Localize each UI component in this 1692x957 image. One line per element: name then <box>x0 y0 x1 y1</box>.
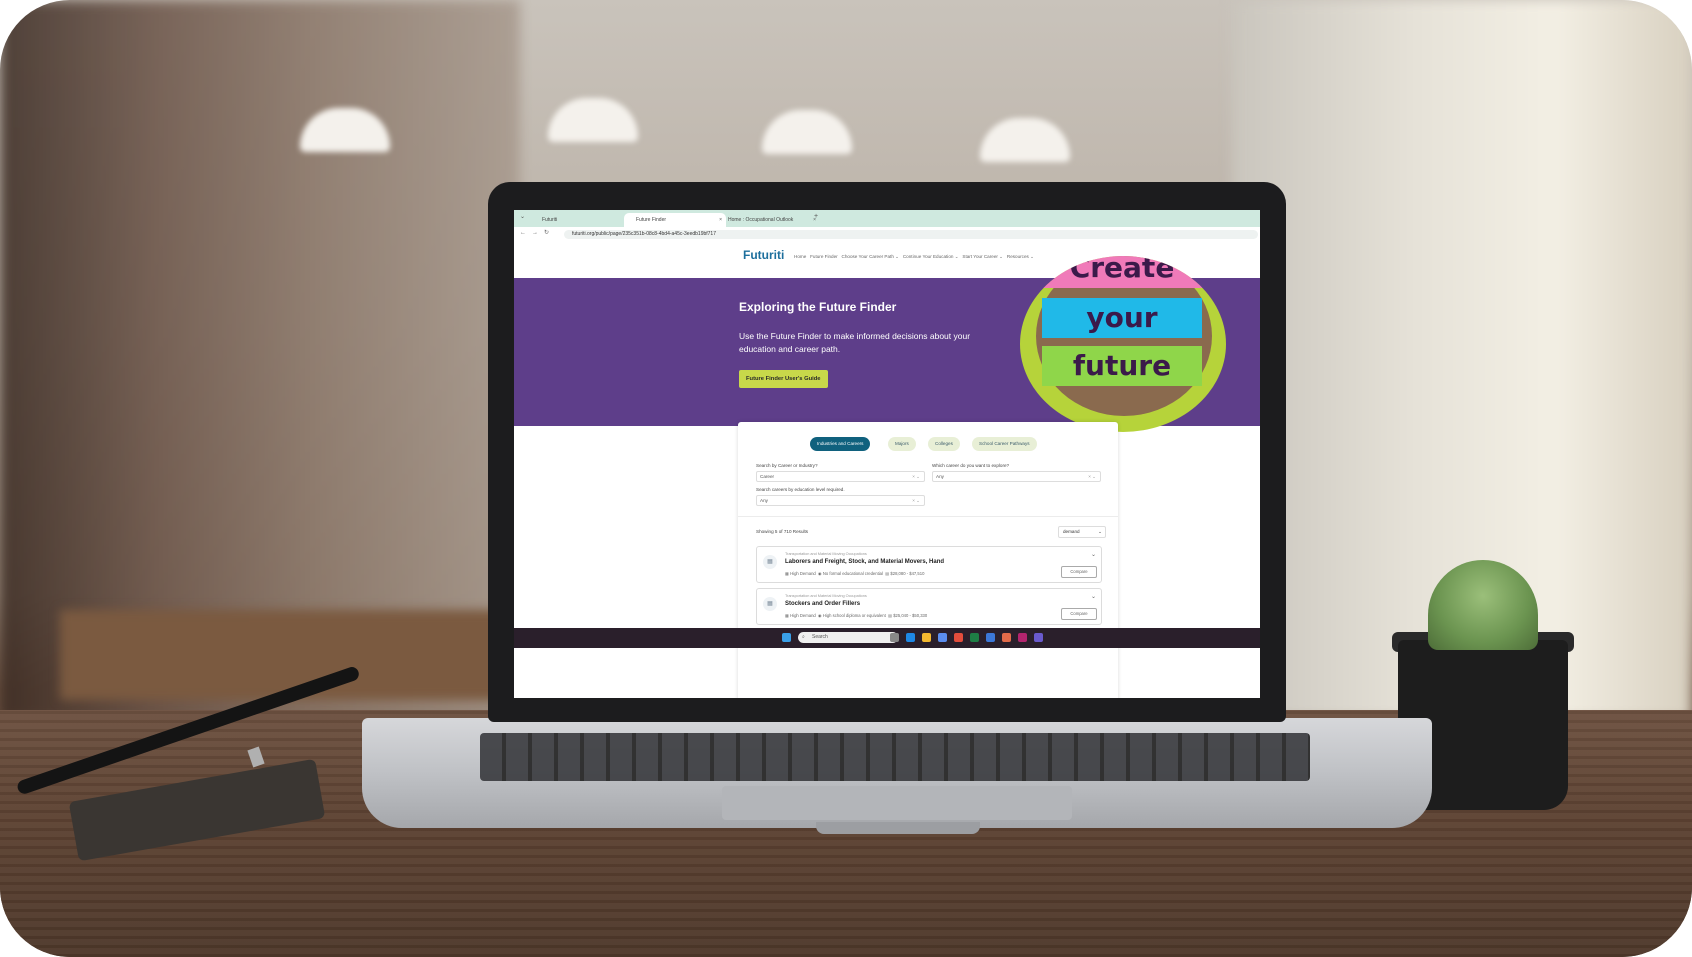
result-education: No formal educational credential <box>822 571 883 576</box>
nav-home[interactable]: Home <box>794 254 806 259</box>
os-taskbar: ⌕ Search <box>514 628 1260 648</box>
windows-start-icon[interactable] <box>782 633 791 642</box>
result-card[interactable]: ▦ Transportation and Material Moving Occ… <box>756 546 1102 583</box>
tab-colleges[interactable]: Colleges <box>928 437 960 451</box>
tab-menu-icon[interactable]: ⌄ <box>520 213 525 220</box>
tab-majors[interactable]: Majors <box>888 437 916 451</box>
badge-word-your: your <box>1042 298 1202 338</box>
logo-text: Futuriti <box>743 248 785 262</box>
result-education: High school diploma or equivalent <box>822 613 886 618</box>
nav-start-career[interactable]: Start Your Career ⌄ <box>962 254 1003 259</box>
laptop-keyboard <box>480 733 1310 781</box>
result-demand: High Demand <box>790 571 816 576</box>
career-chart-icon: ▦ <box>763 597 777 611</box>
education-level-label: Search careers by education level requir… <box>756 487 845 492</box>
compare-button[interactable]: Compare <box>1061 608 1097 620</box>
clear-icon[interactable]: × ⌄ <box>912 496 920 505</box>
nav-continue-education[interactable]: Continue Your Education ⌄ <box>903 254 959 259</box>
app-icon[interactable] <box>1034 633 1043 642</box>
future-finder-panel: Industries and Careers Majors Colleges S… <box>738 422 1118 698</box>
tab-school-career-pathways[interactable]: School Career Pathways <box>972 437 1037 451</box>
select-value: Any <box>936 474 944 479</box>
sort-select[interactable]: demand ⌄ <box>1058 526 1106 538</box>
career-explore-label: Which career do you want to explore? <box>932 463 1010 468</box>
badge-word-future: future <box>1042 346 1202 386</box>
clear-icon[interactable]: × ⌄ <box>912 472 920 481</box>
laptop-notch <box>816 822 980 834</box>
nav-choose-career-path[interactable]: Choose Your Career Path ⌄ <box>842 254 899 259</box>
browser-tab[interactable]: Futuriti× <box>530 213 634 227</box>
file-explorer-icon[interactable] <box>922 633 931 642</box>
result-title[interactable]: Stockers and Order Fillers <box>785 601 860 607</box>
chevron-down-icon[interactable]: ⌄ <box>1091 593 1096 600</box>
nav-future-finder[interactable]: Future Finder <box>810 254 838 259</box>
excel-icon[interactable] <box>970 633 979 642</box>
pendant-lamp <box>980 118 1070 162</box>
search-type-select[interactable]: Career × ⌄ <box>756 471 925 482</box>
chrome-icon[interactable] <box>954 633 963 642</box>
hero-subtitle: Use the Future Finder to make informed d… <box>739 331 971 354</box>
app-icon[interactable] <box>1018 633 1027 642</box>
select-value: Career <box>760 474 775 479</box>
chevron-down-icon: ⌄ <box>1098 529 1102 534</box>
hero-title: Exploring the Future Finder <box>739 300 897 314</box>
background-counter <box>60 610 520 700</box>
browser-tab-active[interactable]: Future Finder × <box>624 213 726 227</box>
app-icon[interactable] <box>986 633 995 642</box>
result-salary: $25,040 - $50,330 <box>893 613 928 618</box>
main-menu: Home Future Finder Choose Your Career Pa… <box>794 254 1034 260</box>
compare-button[interactable]: Compare <box>1061 566 1097 578</box>
teams-icon[interactable] <box>938 633 947 642</box>
task-view-icon[interactable] <box>890 633 899 642</box>
career-chart-icon: ▦ <box>763 555 777 569</box>
search-icon: ⌕ <box>802 634 805 640</box>
result-meta: ▦ High Demand ◉ No formal educational cr… <box>785 571 925 576</box>
edge-icon[interactable] <box>906 633 915 642</box>
app-icon[interactable] <box>1002 633 1011 642</box>
pendant-lamp <box>762 110 852 154</box>
browser-tab-bar: ⌄ Futuriti× Future Finder× Home : Occupa… <box>514 210 1260 227</box>
select-value: Any <box>760 498 768 503</box>
tab-label: Futuriti <box>542 217 558 223</box>
divider <box>738 516 1118 517</box>
badge-word-create: Create <box>1042 256 1202 288</box>
result-title[interactable]: Laborers and Freight, Stock, and Materia… <box>785 559 944 565</box>
clear-icon[interactable]: × ⌄ <box>1088 472 1096 481</box>
new-tab-button[interactable]: + <box>814 213 818 220</box>
result-card[interactable]: ▦ Transportation and Material Moving Occ… <box>756 588 1102 625</box>
tab-industries-careers[interactable]: Industries and Careers <box>810 437 871 451</box>
nav-arrows-icon[interactable]: ←→↻ <box>520 229 555 236</box>
background-photo: ⌄ Futuriti× Future Finder× Home : Occupa… <box>0 0 1692 957</box>
education-level-select[interactable]: Any × ⌄ <box>756 495 925 506</box>
result-salary: $28,080 - $47,510 <box>890 571 925 576</box>
result-meta: ▦ High Demand ◉ High school diploma or e… <box>785 613 928 618</box>
users-guide-button[interactable]: Future Finder User's Guide <box>739 370 828 388</box>
create-your-future-badge: Create your future <box>1020 256 1226 432</box>
site-logo[interactable]: Futuriti <box>743 248 784 262</box>
chevron-down-icon[interactable]: ⌄ <box>1091 551 1096 558</box>
result-category: Transportation and Material Moving Occup… <box>785 594 867 598</box>
search-placeholder: Search <box>812 634 828 640</box>
sort-value: demand <box>1063 529 1080 534</box>
address-bar-row: ←→↻ futuriti.org/public/page/235c351b-08… <box>514 227 1260 243</box>
browser-tab[interactable]: Home : Occupational Outlook × <box>716 213 820 227</box>
results-count: Showing 5 of 710 Results <box>756 529 809 534</box>
tab-label: Future Finder <box>636 217 667 223</box>
taskbar-search[interactable]: ⌕ Search <box>798 632 898 643</box>
laptop-screen: ⌄ Futuriti× Future Finder× Home : Occupa… <box>514 210 1260 698</box>
result-demand: High Demand <box>790 613 816 618</box>
result-category: Transportation and Material Moving Occup… <box>785 552 867 556</box>
tab-label: Home : Occupational Outlook <box>728 217 794 223</box>
url-field[interactable]: futuriti.org/public/page/235c351b-08c8-4… <box>564 230 1258 239</box>
nav-resources[interactable]: Resources ⌄ <box>1007 254 1034 259</box>
laptop-trackpad <box>722 786 1072 820</box>
search-type-label: Search by Career or Industry? <box>756 463 818 468</box>
pendant-lamp <box>548 98 638 142</box>
career-explore-select[interactable]: Any × ⌄ <box>932 471 1101 482</box>
